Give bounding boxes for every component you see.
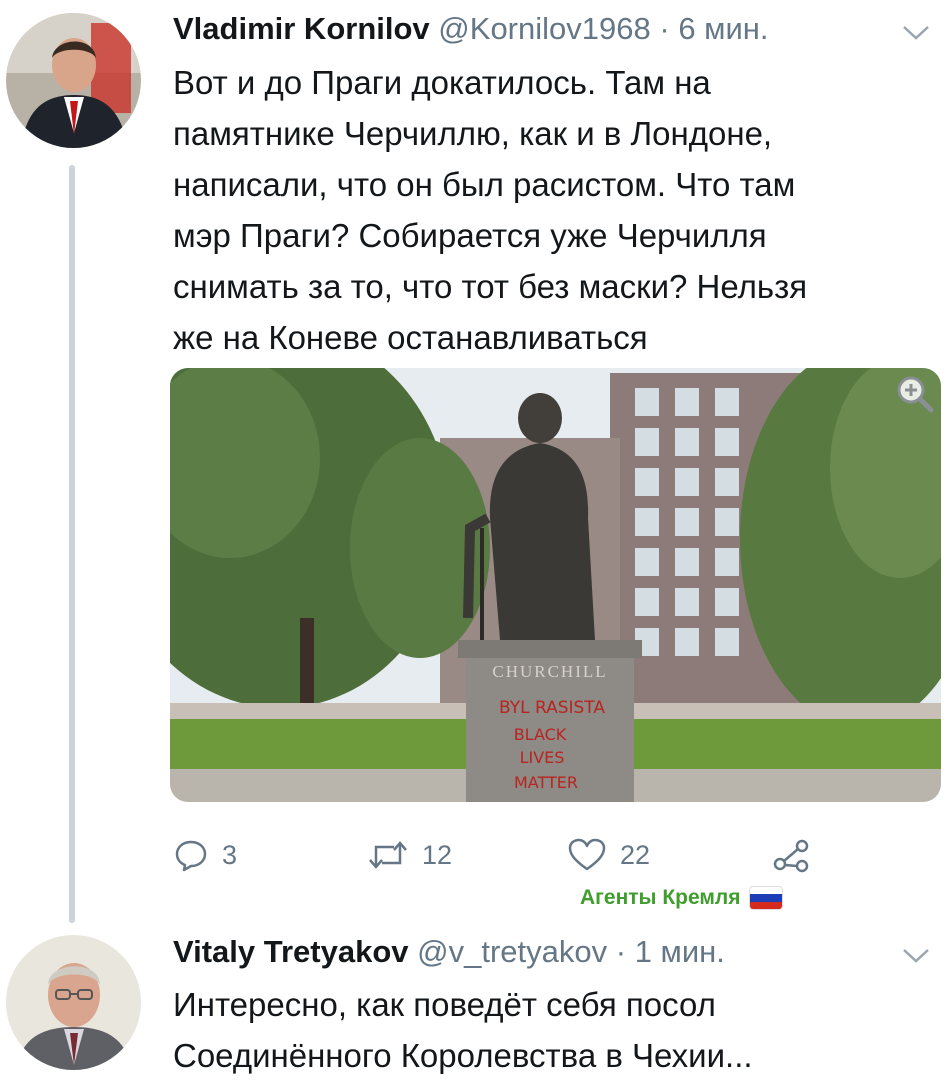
separator: ·	[615, 934, 627, 969]
share-button[interactable]	[772, 838, 812, 874]
author-handle[interactable]: @v_tretyakov	[417, 934, 607, 969]
graffiti-line-2: BLACK	[514, 725, 567, 744]
retweet-count: 12	[422, 839, 453, 870]
zoom-icon[interactable]	[895, 374, 935, 414]
tweet-header: Vladimir Kornilov @Kornilov1968 · 6 мин.	[173, 9, 769, 49]
reply-button[interactable]: 3	[174, 838, 237, 872]
tweet-text: Интересно, как поведёт себя посол Соедин…	[173, 986, 753, 1074]
watermark-text: Агенты Кремля	[580, 886, 741, 909]
chevron-down-icon[interactable]	[902, 24, 930, 42]
graffiti-line-1: BYL RASISTA	[499, 698, 605, 718]
graffiti-line-4: MATTER	[514, 773, 578, 792]
tweet-header: Vitaly Tretyakov @v_tretyakov · 1 мин.	[173, 932, 725, 972]
tweet-text: Вот и до Праги докатилось. Там на памятн…	[173, 64, 808, 356]
reply-icon	[175, 840, 207, 872]
share-icon	[773, 839, 809, 873]
reply-count: 3	[222, 839, 238, 870]
tweet-photo[interactable]: CHURCHILL BYL RASISTA BLACK LIVES MATTER	[170, 368, 941, 802]
thread-line	[69, 165, 75, 923]
retweet-icon	[369, 841, 407, 869]
author-name[interactable]: Vitaly Tretyakov	[173, 934, 409, 969]
like-icon	[568, 838, 606, 871]
chevron-down-icon[interactable]	[902, 947, 930, 965]
watermark: Агенты Кремля	[580, 886, 783, 910]
author-handle[interactable]: @Kornilov1968	[438, 11, 650, 46]
like-button[interactable]: 22	[568, 838, 650, 872]
graffiti-line-3: LIVES	[520, 748, 565, 767]
author-name[interactable]: Vladimir Kornilov	[173, 11, 430, 46]
russian-flag-icon	[748, 886, 783, 910]
tweet-time[interactable]: 1 мин.	[635, 934, 725, 969]
retweet-button[interactable]: 12	[368, 838, 452, 872]
pedestal-inscription: CHURCHILL	[492, 662, 607, 681]
tweet-actions: 3 12 22	[170, 828, 830, 884]
tweet-time[interactable]: 6 мин.	[678, 11, 768, 46]
separator: ·	[659, 11, 670, 46]
like-count: 22	[620, 839, 651, 870]
avatar-kornilov[interactable]	[6, 13, 141, 148]
avatar-tretyakov[interactable]	[6, 935, 141, 1070]
